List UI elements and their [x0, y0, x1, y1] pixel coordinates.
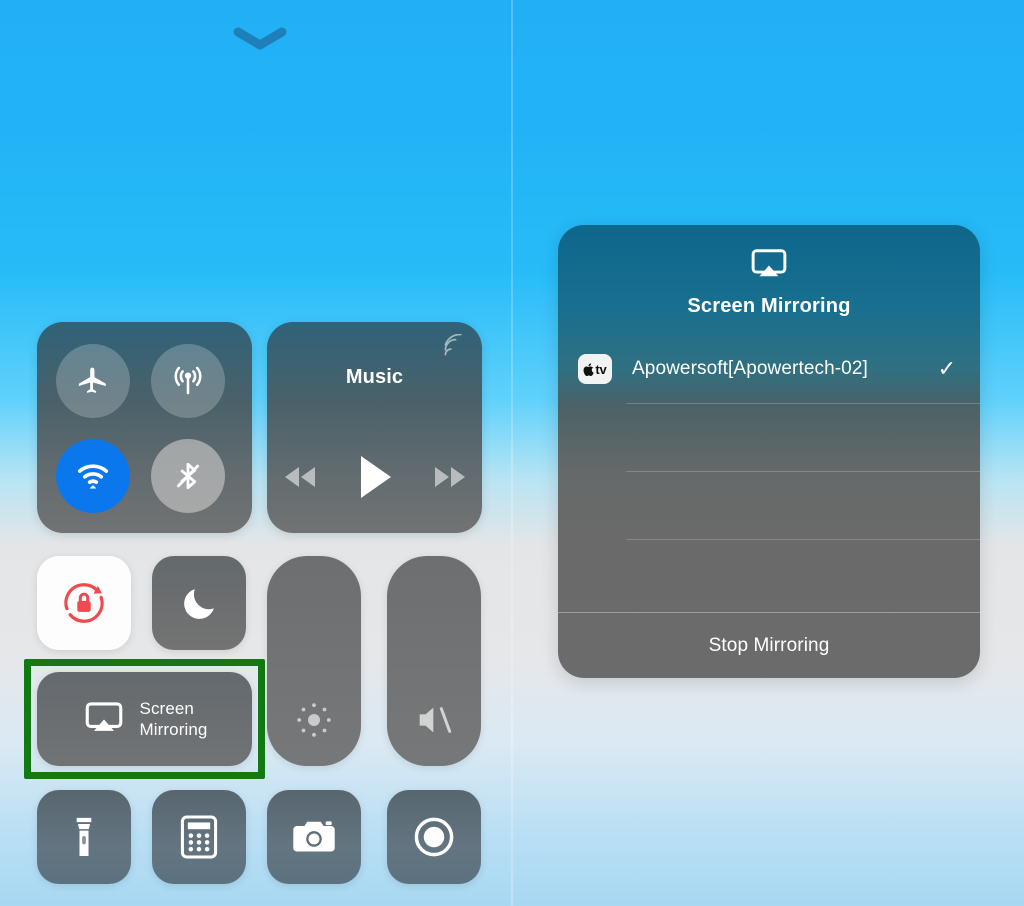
device-row-empty[interactable] [558, 403, 980, 471]
camera-icon [293, 821, 335, 852]
do-not-disturb-toggle[interactable] [152, 556, 246, 650]
cellular-data-toggle[interactable] [151, 344, 225, 418]
stop-mirroring-button[interactable]: Stop Mirroring [558, 612, 980, 678]
screen-record-icon [414, 817, 454, 857]
camera-button[interactable] [267, 790, 361, 884]
airplay-route-icon[interactable] [440, 333, 466, 365]
bluetooth-toggle[interactable] [151, 439, 225, 513]
music-title: Music [345, 366, 404, 388]
stop-mirroring-label: Stop Mirroring [708, 634, 830, 656]
airplay-video-icon [751, 249, 787, 277]
rewind-button[interactable] [279, 464, 321, 495]
dialog-header: Screen Mirroring [558, 225, 980, 335]
dialog-title: Screen Mirroring [687, 295, 851, 317]
volume-slider[interactable] [387, 556, 481, 766]
brightness-icon [297, 703, 331, 737]
screen-mirroring-label: Screen Mirroring [140, 698, 208, 740]
flashlight-icon [76, 817, 92, 856]
flashlight-button[interactable] [37, 790, 131, 884]
device-row-empty[interactable] [558, 539, 980, 607]
rotation-lock-toggle[interactable] [37, 556, 131, 650]
music-widget[interactable]: Music [267, 322, 482, 533]
airplane-icon [78, 367, 106, 393]
screen-mirroring-label-line1: Screen [139, 699, 194, 718]
connectivity-module [37, 322, 252, 533]
screen-mirroring-dialog: Screen Mirroring tv Apowersoft[Apowertec… [558, 225, 980, 678]
device-row-selected[interactable]: tv Apowersoft[Apowertech-02] ✓ [558, 335, 980, 403]
cellular-antenna-icon [174, 366, 202, 395]
music-transport-controls [267, 454, 482, 505]
device-row-empty[interactable] [558, 471, 980, 539]
brightness-slider[interactable] [267, 556, 361, 766]
screen-mirroring-icon [85, 702, 122, 731]
fast-forward-button[interactable] [429, 464, 471, 495]
wifi-icon [77, 464, 109, 489]
play-button[interactable] [355, 454, 395, 505]
control-center-panel: Music Screen Mirroring [0, 0, 512, 906]
rotation-lock-icon [64, 583, 104, 623]
screen-mirroring-panel: Screen Mirroring tv Apowersoft[Apowertec… [512, 0, 1024, 906]
calculator-button[interactable] [152, 790, 246, 884]
screen-recording-button[interactable] [387, 790, 481, 884]
moon-icon [184, 589, 214, 619]
wifi-toggle[interactable] [56, 439, 130, 513]
calculator-icon [180, 815, 218, 859]
volume-muted-icon [419, 707, 452, 733]
bluetooth-off-icon [176, 462, 200, 490]
screenshot-canvas: Music Screen Mirroring Screen Mirroring … [0, 0, 1024, 906]
screen-mirroring-button[interactable]: Screen Mirroring [37, 672, 252, 766]
apple-logo-icon [583, 362, 595, 376]
selected-check-icon: ✓ [937, 356, 956, 381]
apple-tv-icon-text: tv [595, 361, 607, 377]
device-name: Apowersoft[Apowertech-02] [632, 358, 868, 379]
chevron-down-icon[interactable] [232, 26, 288, 52]
apple-tv-icon: tv [578, 354, 612, 384]
screen-mirroring-label-line2: Mirroring [139, 720, 208, 739]
airplane-mode-toggle[interactable] [56, 344, 130, 418]
